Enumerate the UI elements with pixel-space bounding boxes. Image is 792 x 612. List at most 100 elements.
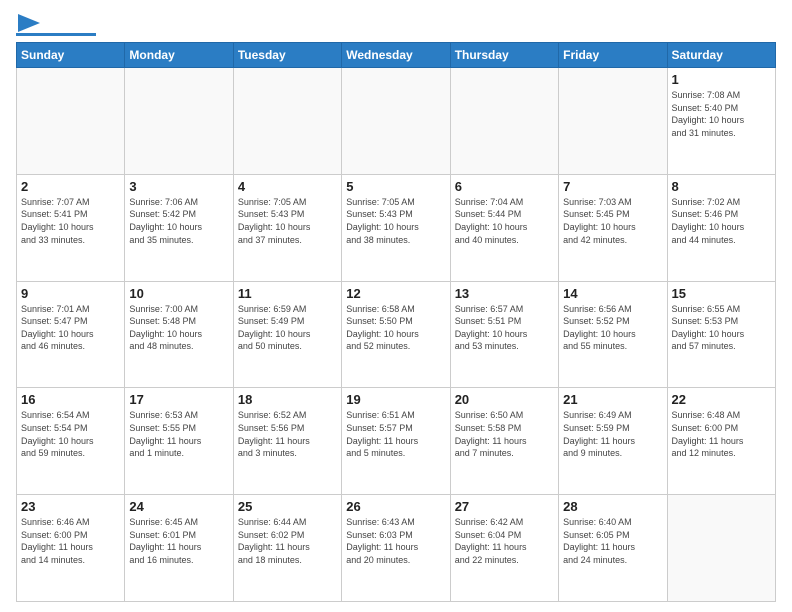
day-number: 12 (346, 286, 445, 301)
day-cell: 11 Sunrise: 6:59 AM Sunset: 5:49 PM Dayli… (233, 281, 341, 388)
day-cell (125, 68, 233, 175)
day-number: 20 (455, 392, 554, 407)
day-info: Sunrise: 7:07 AM Sunset: 5:41 PM Dayligh… (21, 196, 120, 246)
day-cell: 3Sunrise: 7:06 AM Sunset: 5:42 PM Daylig… (125, 174, 233, 281)
day-cell: 22Sunrise: 6:48 AM Sunset: 6:00 PM Dayli… (667, 388, 775, 495)
day-cell (559, 68, 667, 175)
day-number: 7 (563, 179, 662, 194)
day-cell: 16 Sunrise: 6:54 AM Sunset: 5:54 PM Dayli… (17, 388, 125, 495)
day-number: 4 (238, 179, 337, 194)
day-info: Sunrise: 6:46 AM Sunset: 6:00 PM Dayligh… (21, 516, 120, 566)
day-cell: 2 Sunrise: 7:07 AM Sunset: 5:41 PM Daylig… (17, 174, 125, 281)
weekday-header-monday: Monday (125, 43, 233, 68)
day-info: Sunrise: 6:53 AM Sunset: 5:55 PM Dayligh… (129, 409, 228, 459)
weekday-header-saturday: Saturday (667, 43, 775, 68)
day-cell: 9 Sunrise: 7:01 AM Sunset: 5:47 PM Daylig… (17, 281, 125, 388)
day-number: 18 (238, 392, 337, 407)
weekday-header-wednesday: Wednesday (342, 43, 450, 68)
day-number: 26 (346, 499, 445, 514)
day-info: Sunrise: 6:57 AM Sunset: 5:51 PM Dayligh… (455, 303, 554, 353)
day-info: Sunrise: 6:49 AM Sunset: 5:59 PM Dayligh… (563, 409, 662, 459)
day-info: Sunrise: 6:52 AM Sunset: 5:56 PM Dayligh… (238, 409, 337, 459)
weekday-header-row: SundayMondayTuesdayWednesdayThursdayFrid… (17, 43, 776, 68)
day-cell: 20 Sunrise: 6:50 AM Sunset: 5:58 PM Dayli… (450, 388, 558, 495)
day-cell: 18 Sunrise: 6:52 AM Sunset: 5:56 PM Dayli… (233, 388, 341, 495)
day-cell: 15Sunrise: 6:55 AM Sunset: 5:53 PM Dayli… (667, 281, 775, 388)
day-cell: 4 Sunrise: 7:05 AM Sunset: 5:43 PM Daylig… (233, 174, 341, 281)
day-number: 13 (455, 286, 554, 301)
day-cell (233, 68, 341, 175)
day-number: 21 (563, 392, 662, 407)
day-number: 23 (21, 499, 120, 514)
logo-arrow-icon (18, 14, 40, 32)
day-number: 2 (21, 179, 120, 194)
day-cell: 23 Sunrise: 6:46 AM Sunset: 6:00 PM Dayli… (17, 495, 125, 602)
week-row-5: 23 Sunrise: 6:46 AM Sunset: 6:00 PM Dayli… (17, 495, 776, 602)
weekday-header-tuesday: Tuesday (233, 43, 341, 68)
day-cell: 6 Sunrise: 7:04 AM Sunset: 5:44 PM Daylig… (450, 174, 558, 281)
calendar-table: SundayMondayTuesdayWednesdayThursdayFrid… (16, 42, 776, 602)
day-cell: 26 Sunrise: 6:43 AM Sunset: 6:03 PM Dayli… (342, 495, 450, 602)
day-info: Sunrise: 7:00 AM Sunset: 5:48 PM Dayligh… (129, 303, 228, 353)
header (16, 12, 776, 36)
day-cell: 19 Sunrise: 6:51 AM Sunset: 5:57 PM Dayli… (342, 388, 450, 495)
day-info: Sunrise: 6:54 AM Sunset: 5:54 PM Dayligh… (21, 409, 120, 459)
day-number: 17 (129, 392, 228, 407)
day-info: Sunrise: 6:43 AM Sunset: 6:03 PM Dayligh… (346, 516, 445, 566)
day-cell (667, 495, 775, 602)
day-number: 27 (455, 499, 554, 514)
day-cell: 1 Sunrise: 7:08 AM Sunset: 5:40 PM Daylig… (667, 68, 775, 175)
day-cell (17, 68, 125, 175)
day-number: 15 (672, 286, 771, 301)
day-number: 16 (21, 392, 120, 407)
day-number: 1 (672, 72, 771, 87)
day-number: 5 (346, 179, 445, 194)
day-cell: 8 Sunrise: 7:02 AM Sunset: 5:46 PM Daylig… (667, 174, 775, 281)
weekday-header-sunday: Sunday (17, 43, 125, 68)
day-cell: 25Sunrise: 6:44 AM Sunset: 6:02 PM Dayli… (233, 495, 341, 602)
day-info: Sunrise: 7:01 AM Sunset: 5:47 PM Dayligh… (21, 303, 120, 353)
day-info: Sunrise: 6:42 AM Sunset: 6:04 PM Dayligh… (455, 516, 554, 566)
day-info: Sunrise: 6:45 AM Sunset: 6:01 PM Dayligh… (129, 516, 228, 566)
day-cell: 13 Sunrise: 6:57 AM Sunset: 5:51 PM Dayli… (450, 281, 558, 388)
day-number: 11 (238, 286, 337, 301)
day-cell (342, 68, 450, 175)
day-cell: 10Sunrise: 7:00 AM Sunset: 5:48 PM Dayli… (125, 281, 233, 388)
day-info: Sunrise: 7:02 AM Sunset: 5:46 PM Dayligh… (672, 196, 771, 246)
day-info: Sunrise: 7:08 AM Sunset: 5:40 PM Dayligh… (672, 89, 771, 139)
weekday-header-thursday: Thursday (450, 43, 558, 68)
day-number: 24 (129, 499, 228, 514)
page: SundayMondayTuesdayWednesdayThursdayFrid… (0, 0, 792, 612)
day-info: Sunrise: 7:03 AM Sunset: 5:45 PM Dayligh… (563, 196, 662, 246)
day-info: Sunrise: 7:04 AM Sunset: 5:44 PM Dayligh… (455, 196, 554, 246)
day-cell: 14 Sunrise: 6:56 AM Sunset: 5:52 PM Dayli… (559, 281, 667, 388)
day-number: 22 (672, 392, 771, 407)
day-number: 28 (563, 499, 662, 514)
day-cell: 27 Sunrise: 6:42 AM Sunset: 6:04 PM Dayli… (450, 495, 558, 602)
week-row-3: 9 Sunrise: 7:01 AM Sunset: 5:47 PM Daylig… (17, 281, 776, 388)
day-info: Sunrise: 6:58 AM Sunset: 5:50 PM Dayligh… (346, 303, 445, 353)
day-cell: 7 Sunrise: 7:03 AM Sunset: 5:45 PM Daylig… (559, 174, 667, 281)
day-number: 19 (346, 392, 445, 407)
day-info: Sunrise: 6:40 AM Sunset: 6:05 PM Dayligh… (563, 516, 662, 566)
day-info: Sunrise: 6:51 AM Sunset: 5:57 PM Dayligh… (346, 409, 445, 459)
day-info: Sunrise: 7:06 AM Sunset: 5:42 PM Dayligh… (129, 196, 228, 246)
day-info: Sunrise: 6:56 AM Sunset: 5:52 PM Dayligh… (563, 303, 662, 353)
day-number: 9 (21, 286, 120, 301)
day-cell: 24 Sunrise: 6:45 AM Sunset: 6:01 PM Dayli… (125, 495, 233, 602)
day-number: 14 (563, 286, 662, 301)
day-cell: 5Sunrise: 7:05 AM Sunset: 5:43 PM Daylig… (342, 174, 450, 281)
day-number: 8 (672, 179, 771, 194)
day-number: 6 (455, 179, 554, 194)
week-row-2: 2 Sunrise: 7:07 AM Sunset: 5:41 PM Daylig… (17, 174, 776, 281)
day-info: Sunrise: 6:59 AM Sunset: 5:49 PM Dayligh… (238, 303, 337, 353)
logo (16, 16, 96, 36)
day-cell (450, 68, 558, 175)
day-cell: 12 Sunrise: 6:58 AM Sunset: 5:50 PM Dayli… (342, 281, 450, 388)
day-cell: 28 Sunrise: 6:40 AM Sunset: 6:05 PM Dayli… (559, 495, 667, 602)
day-cell: 17 Sunrise: 6:53 AM Sunset: 5:55 PM Dayli… (125, 388, 233, 495)
week-row-4: 16 Sunrise: 6:54 AM Sunset: 5:54 PM Dayli… (17, 388, 776, 495)
week-row-1: 1 Sunrise: 7:08 AM Sunset: 5:40 PM Daylig… (17, 68, 776, 175)
day-info: Sunrise: 6:50 AM Sunset: 5:58 PM Dayligh… (455, 409, 554, 459)
day-info: Sunrise: 7:05 AM Sunset: 5:43 PM Dayligh… (238, 196, 337, 246)
